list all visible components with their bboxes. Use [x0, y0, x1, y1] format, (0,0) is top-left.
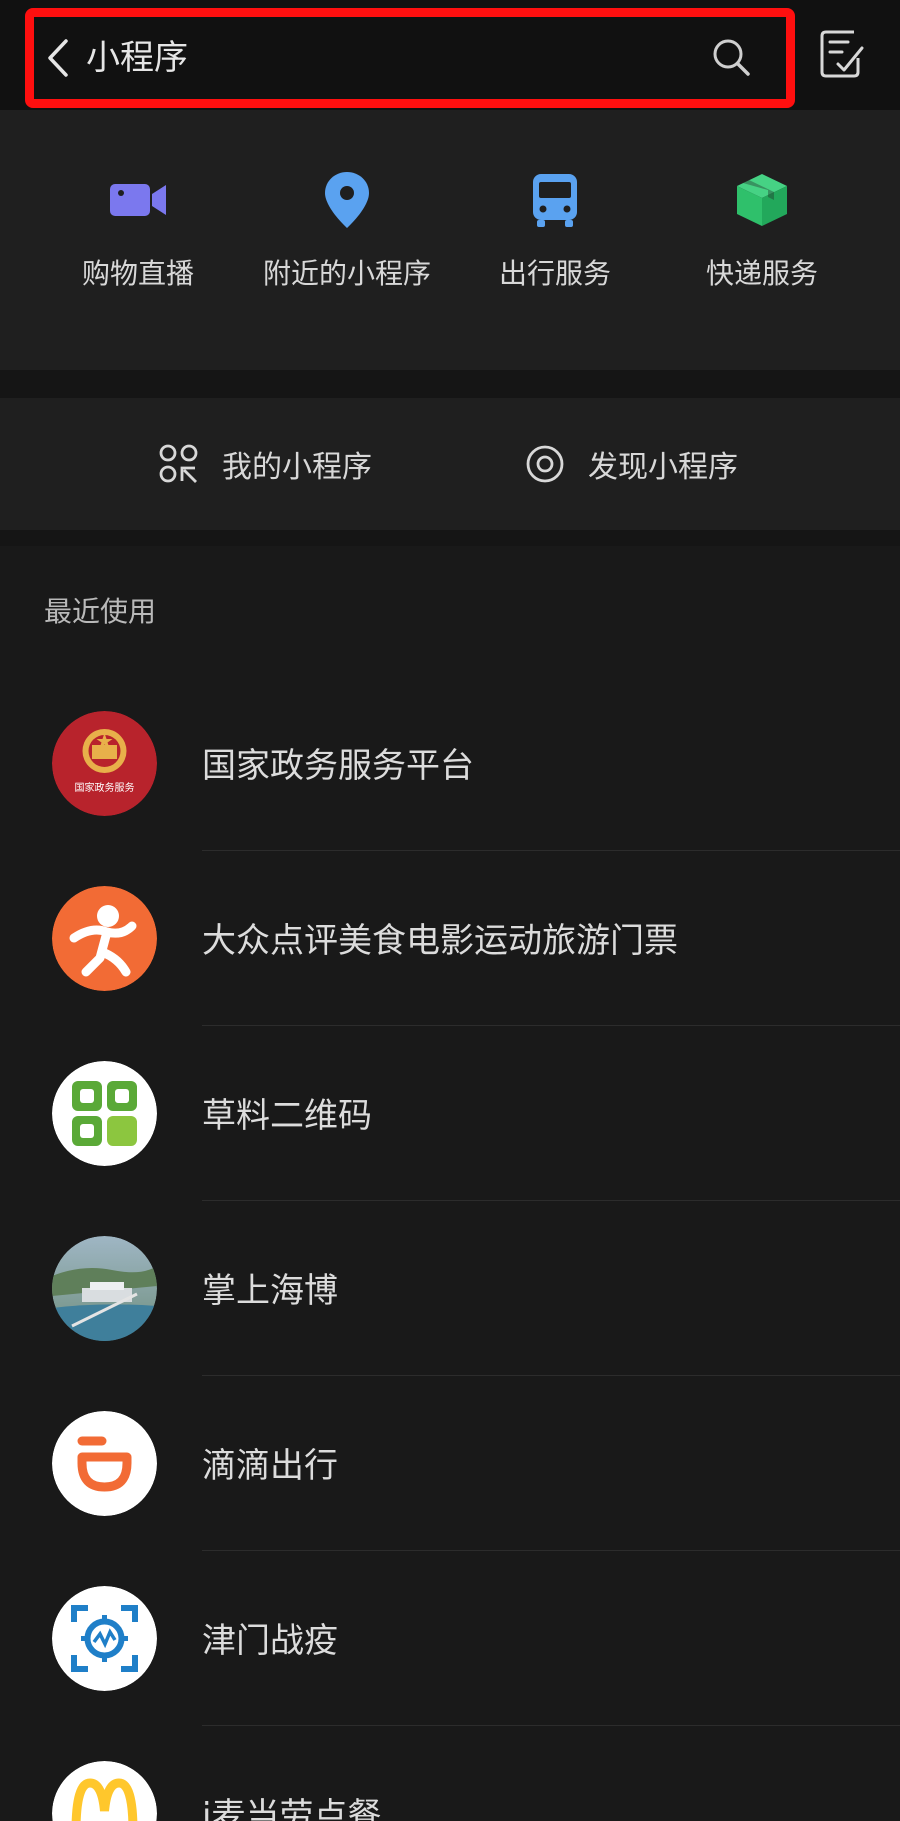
list-item-label: 掌上海博: [202, 1271, 338, 1311]
didi-icon: [52, 1411, 157, 1516]
list-item[interactable]: 大众点评美食电影运动旅游门票: [0, 851, 900, 1026]
list-item[interactable]: 掌上海博: [0, 1201, 900, 1376]
bus-icon: [533, 174, 577, 227]
quick-service-label: 出行服务: [498, 257, 611, 290]
list-item-label: 滴滴出行: [202, 1446, 338, 1486]
discover-icon: [526, 445, 564, 483]
quick-service-label: 附近的小程序: [262, 257, 431, 290]
list-item[interactable]: McCafé i麦当劳点餐: [0, 1726, 900, 1821]
section-divider: [0, 370, 900, 398]
mini-program-grid-icon: [159, 444, 198, 483]
caoliao-qr-icon: [52, 1061, 157, 1166]
expo-center-photo-icon: [52, 1236, 157, 1341]
list-item[interactable]: 草料二维码: [0, 1026, 900, 1201]
list-item[interactable]: 滴滴出行: [0, 1376, 900, 1551]
quick-service-nearby[interactable]: 附近的小程序: [247, 170, 447, 320]
my-mini-programs-label: 我的小程序: [222, 450, 372, 485]
search-icon[interactable]: [709, 35, 753, 79]
discover-mini-programs-label: 发现小程序: [588, 450, 738, 485]
list-item-label: 草料二维码: [202, 1096, 372, 1136]
mcdonalds-icon: McCafé: [52, 1761, 157, 1821]
jinmen-zhanyi-icon: [52, 1586, 157, 1691]
list-item[interactable]: 国家政务服务 国家政务服务平台: [0, 676, 900, 851]
section-divider: [0, 530, 900, 546]
quick-services-panel: 购物直播 附近的小程序 出行服务 快递服务: [0, 110, 900, 370]
mini-program-entries: 我的小程序 发现小程序: [0, 398, 900, 530]
recent-list: 最近使用 国家政务服务 国家政务服务平台 大众点评美食电影运动旅游门票 草料二维…: [0, 546, 900, 1821]
list-item-label: 国家政务服务平台: [202, 746, 474, 786]
quick-service-shopping-live[interactable]: 购物直播: [38, 170, 238, 320]
list-item-label: 津门战疫: [202, 1621, 338, 1661]
my-mini-programs-button[interactable]: 我的小程序: [158, 438, 372, 490]
svg-text:国家政务服务: 国家政务服务: [75, 781, 135, 794]
dianping-icon: [52, 886, 157, 991]
top-bar: 小程序: [0, 0, 900, 110]
national-government-service-icon: 国家政务服务: [52, 711, 157, 816]
section-title: 最近使用: [44, 595, 157, 628]
quick-service-label: 快递服务: [705, 257, 818, 290]
location-pin-icon: [325, 172, 369, 228]
list-item-label: 大众点评美食电影运动旅游门票: [202, 921, 678, 961]
search-query-text[interactable]: 小程序: [86, 35, 188, 81]
task-list-icon[interactable]: [818, 28, 866, 80]
video-camera-icon: [110, 184, 166, 216]
package-box-icon: [737, 174, 787, 226]
quick-service-travel[interactable]: 出行服务: [455, 170, 655, 320]
search-bar[interactable]: 小程序: [25, 8, 795, 108]
list-item-label: i麦当劳点餐: [202, 1796, 382, 1821]
list-item[interactable]: 津门战疫: [0, 1551, 900, 1726]
quick-service-label: 购物直播: [81, 257, 194, 290]
back-arrow-icon[interactable]: [42, 35, 76, 81]
discover-mini-programs-button[interactable]: 发现小程序: [524, 438, 738, 490]
quick-service-express[interactable]: 快递服务: [662, 170, 862, 320]
